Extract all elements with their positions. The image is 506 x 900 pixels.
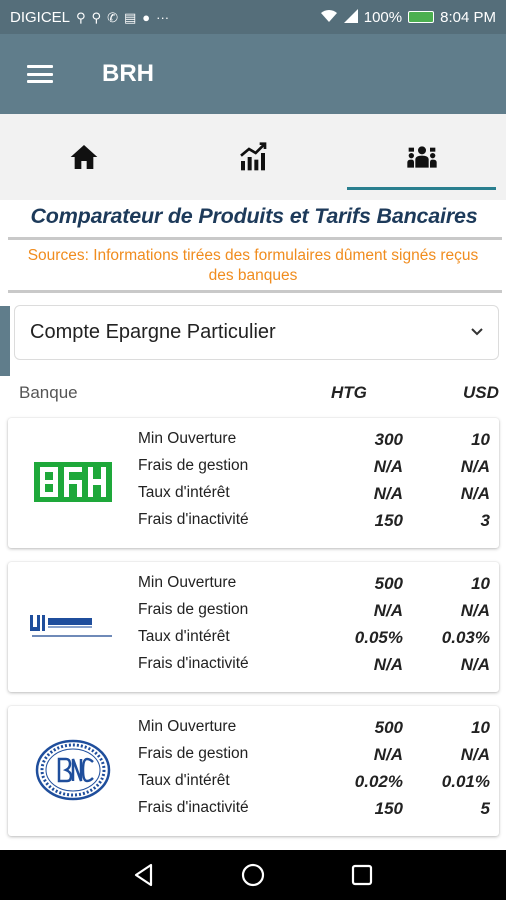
column-header-htg: HTG xyxy=(331,383,367,402)
chart-icon xyxy=(240,142,267,171)
usb-icon: ⚲ xyxy=(76,9,86,25)
rate-row: Frais d'inactivité 150 5 xyxy=(8,799,499,825)
usd-value: N/A xyxy=(460,457,490,476)
row-label: Taux d'intérêt xyxy=(138,484,230,501)
drawer-handle[interactable] xyxy=(0,306,10,376)
row-label: Frais de gestion xyxy=(138,601,249,618)
status-bar: DIGICEL ⚲ ⚲ ✆ ▤ ● ··· 100% 8:04 PM xyxy=(0,0,506,34)
usd-value: 10 xyxy=(471,718,490,737)
usd-value: 3 xyxy=(480,511,490,530)
battery-level: 100% xyxy=(363,8,403,26)
row-label: Frais d'inactivité xyxy=(138,511,249,528)
people-compare-icon xyxy=(407,146,437,168)
rate-row: Min Ouverture 500 10 xyxy=(8,574,499,600)
row-label: Frais de gestion xyxy=(138,457,249,474)
app-bar: BRH xyxy=(0,34,506,114)
usd-value: N/A xyxy=(460,601,490,620)
app-title: BRH xyxy=(102,60,154,87)
product-select-value: Compte Epargne Particulier xyxy=(30,321,276,343)
wifi-icon xyxy=(320,9,338,25)
row-label: Taux d'intérêt xyxy=(138,628,230,645)
clipboard-icon: ▤ xyxy=(123,9,137,25)
htg-value: N/A xyxy=(373,484,403,503)
divider xyxy=(8,237,502,240)
row-label: Min Ouverture xyxy=(138,430,237,447)
tab-home[interactable] xyxy=(0,114,169,200)
back-button[interactable] xyxy=(124,855,164,895)
htg-value: 300 xyxy=(374,430,403,449)
chevron-down-icon xyxy=(470,324,484,342)
rate-row: Frais d'inactivité N/A N/A xyxy=(8,655,499,681)
clock: 8:04 PM xyxy=(440,8,496,26)
call-icon: ✆ xyxy=(107,9,118,25)
rate-row: Frais d'inactivité 150 3 xyxy=(8,511,499,537)
htg-value: N/A xyxy=(373,745,403,764)
carrier-label: DIGICEL xyxy=(10,8,71,26)
row-label: Min Ouverture xyxy=(138,574,237,591)
tab-compare[interactable] xyxy=(337,114,506,200)
bank-card[interactable]: Min Ouverture 500 10 Frais de gestion N/… xyxy=(8,706,499,836)
menu-button[interactable] xyxy=(0,34,80,114)
htg-value: N/A xyxy=(373,655,403,674)
column-header-bank: Banque xyxy=(19,383,78,402)
home-circle-icon xyxy=(241,863,265,887)
row-label: Frais d'inactivité xyxy=(138,799,249,816)
htg-value: 150 xyxy=(374,799,403,818)
divider xyxy=(8,290,502,293)
more-icon: ··· xyxy=(156,9,170,25)
back-icon xyxy=(135,863,153,887)
rate-row: Taux d'intérêt 0.05% 0.03% xyxy=(8,628,499,654)
system-nav-bar xyxy=(0,850,506,900)
tab-bar xyxy=(0,114,506,200)
row-label: Frais de gestion xyxy=(138,745,249,762)
bank-card[interactable]: Min Ouverture 500 10 Frais de gestion N/… xyxy=(8,562,499,692)
rate-row: Frais de gestion N/A N/A xyxy=(8,601,499,627)
page-title: Comparateur de Produits et Tarifs Bancai… xyxy=(30,204,478,228)
htg-value: N/A xyxy=(373,601,403,620)
usd-value: N/A xyxy=(460,745,490,764)
usd-value: N/A xyxy=(460,484,490,503)
htg-value: N/A xyxy=(373,457,403,476)
row-label: Min Ouverture xyxy=(138,718,237,735)
htg-value: 150 xyxy=(374,511,403,530)
usd-value: N/A xyxy=(460,655,490,674)
htg-value: 500 xyxy=(374,718,403,737)
usd-value: 10 xyxy=(471,574,490,593)
recents-button[interactable] xyxy=(342,855,382,895)
usd-value: 0.03% xyxy=(441,628,490,647)
rate-row: Frais de gestion N/A N/A xyxy=(8,745,499,771)
sources-note: Sources: Informations tirées des formula… xyxy=(27,247,479,284)
recents-icon xyxy=(351,864,372,886)
htg-value: 0.02% xyxy=(354,772,403,791)
rate-row: Taux d'intérêt 0.02% 0.01% xyxy=(8,772,499,798)
row-label: Frais d'inactivité xyxy=(138,655,249,672)
rate-row: Min Ouverture 500 10 xyxy=(8,718,499,744)
row-label: Taux d'intérêt xyxy=(138,772,230,789)
hamburger-icon xyxy=(27,65,53,83)
signal-icon xyxy=(343,9,358,25)
column-header-usd: USD xyxy=(463,383,499,402)
rate-row: Frais de gestion N/A N/A xyxy=(8,457,499,483)
rate-row: Min Ouverture 300 10 xyxy=(8,430,499,456)
message-icon: ● xyxy=(142,9,151,25)
usd-value: 5 xyxy=(480,799,490,818)
tab-chart[interactable] xyxy=(169,114,338,200)
usb-icon: ⚲ xyxy=(91,9,102,25)
htg-value: 500 xyxy=(374,574,403,593)
usd-value: 10 xyxy=(471,430,490,449)
product-select[interactable]: Compte Epargne Particulier xyxy=(14,305,499,360)
htg-value: 0.05% xyxy=(354,628,403,647)
bank-card[interactable]: Min Ouverture 300 10 Frais de gestion N/… xyxy=(8,418,499,548)
usd-value: 0.01% xyxy=(441,772,490,791)
battery-icon xyxy=(408,11,435,23)
home-icon xyxy=(70,145,98,169)
home-button[interactable] xyxy=(233,855,273,895)
rate-row: Taux d'intérêt N/A N/A xyxy=(8,484,499,510)
